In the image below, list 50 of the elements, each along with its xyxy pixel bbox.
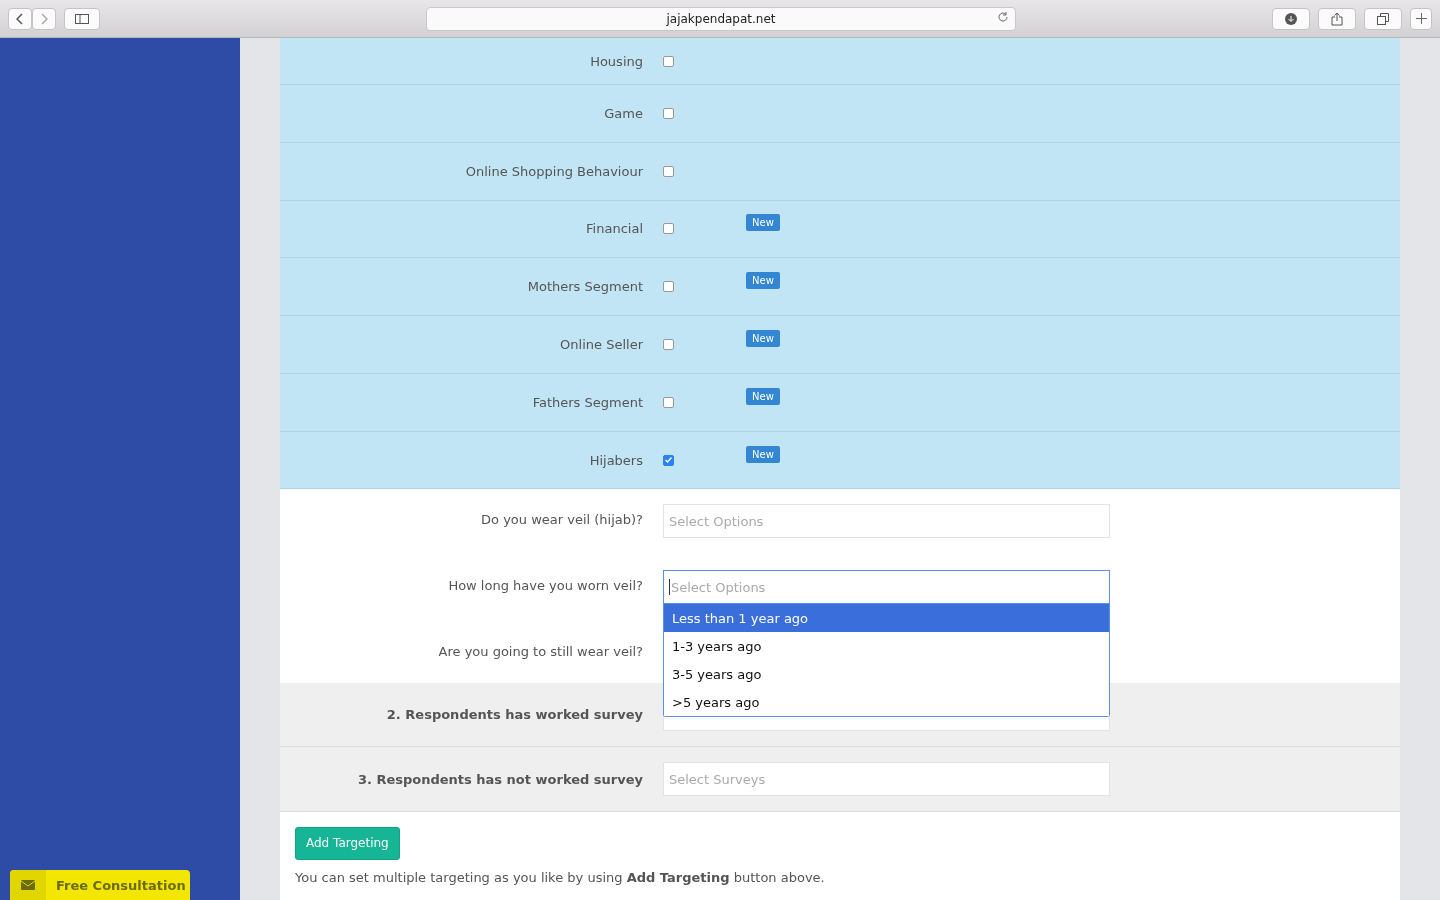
sidebar-toggle-button[interactable] [64,7,100,30]
checkbox[interactable] [663,396,674,408]
address-bar[interactable]: jajakpendapat.net [426,6,1016,31]
dropdown-option[interactable]: Less than 1 year ago [664,604,1109,633]
envelope-icon [21,880,35,890]
share-icon [1331,11,1343,26]
new-badge: New [746,330,780,348]
category-label: Online Seller [559,337,643,353]
tabs-icon [1377,12,1389,25]
forward-button[interactable] [32,7,56,30]
checkbox[interactable] [663,107,674,119]
category-label: Game [603,105,643,121]
category-label: Financial [585,221,643,237]
plus-icon [1415,13,1427,24]
question-label: Do you wear veil (hijab)? [480,511,643,528]
checkbox[interactable] [663,55,674,67]
new-badge: New [746,387,780,405]
checkbox[interactable] [663,223,674,235]
share-button[interactable] [1318,7,1356,30]
add-targeting-button[interactable]: Add Targeting [295,826,400,860]
back-button[interactable] [8,7,32,30]
new-badge: New [746,272,780,290]
forward-icon [40,12,48,25]
download-icon [1285,12,1297,25]
question-label: Are you going to still wear veil? [437,643,643,660]
new-badge: New [746,214,780,232]
sidebar-icon [75,13,89,24]
free-consultation-button[interactable]: Free Consultation [10,870,190,900]
back-icon [16,12,24,25]
select-field[interactable]: Select Options [663,570,1110,605]
new-tab-button[interactable] [1410,7,1432,30]
select-field[interactable]: Select Options [663,504,1110,539]
survey-select-field[interactable]: Select Surveys [663,762,1110,797]
category-label: Housing [589,53,643,69]
checkbox[interactable] [663,454,674,466]
checkbox[interactable] [663,339,674,351]
tabs-button[interactable] [1364,7,1402,30]
reload-icon [997,10,1009,23]
new-badge: New [746,445,780,463]
section-label: 3. Respondents has not worked survey [356,771,643,787]
download-button[interactable] [1272,7,1310,30]
checkbox[interactable] [663,165,674,177]
category-label: Online Shopping Behaviour [464,163,643,179]
category-label: Hijabers [588,452,643,468]
question-label: How long have you worn veil? [447,577,643,594]
hint-text: You can set multiple targeting as you like by using Add Targeting button above. [295,869,825,885]
category-label: Mothers Segment [526,279,643,295]
checkbox[interactable] [663,281,674,293]
section-label: 2. Respondents has worked survey [385,707,643,722]
category-label: Fathers Segment [531,394,643,410]
